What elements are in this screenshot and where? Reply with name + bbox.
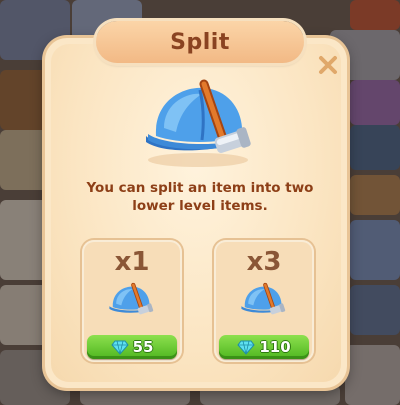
option-quantity: x3 [246, 247, 282, 277]
hard-hat-with-hammer-icon [146, 79, 251, 167]
buy-x1-button[interactable]: 55 [87, 335, 177, 359]
hard-hat-with-hammer-icon [109, 282, 154, 315]
option-quantity: x1 [114, 247, 150, 277]
dialog-title-tab: Split [96, 21, 304, 63]
hard-hat-with-hammer-icon [241, 282, 286, 315]
split-option-x1[interactable]: x1 55 [82, 240, 182, 362]
split-option-x3[interactable]: x3 110 [214, 240, 314, 362]
split-description: You can split an item into two lower lev… [86, 180, 314, 214]
price-label: 110 [259, 338, 291, 356]
diamond-icon [237, 340, 255, 355]
dialog-title: Split [170, 29, 230, 55]
price-label: 55 [132, 338, 154, 356]
close-icon [319, 56, 337, 74]
diamond-icon [110, 340, 129, 355]
close-button[interactable] [313, 50, 343, 80]
buy-x3-button[interactable]: 110 [219, 335, 309, 359]
